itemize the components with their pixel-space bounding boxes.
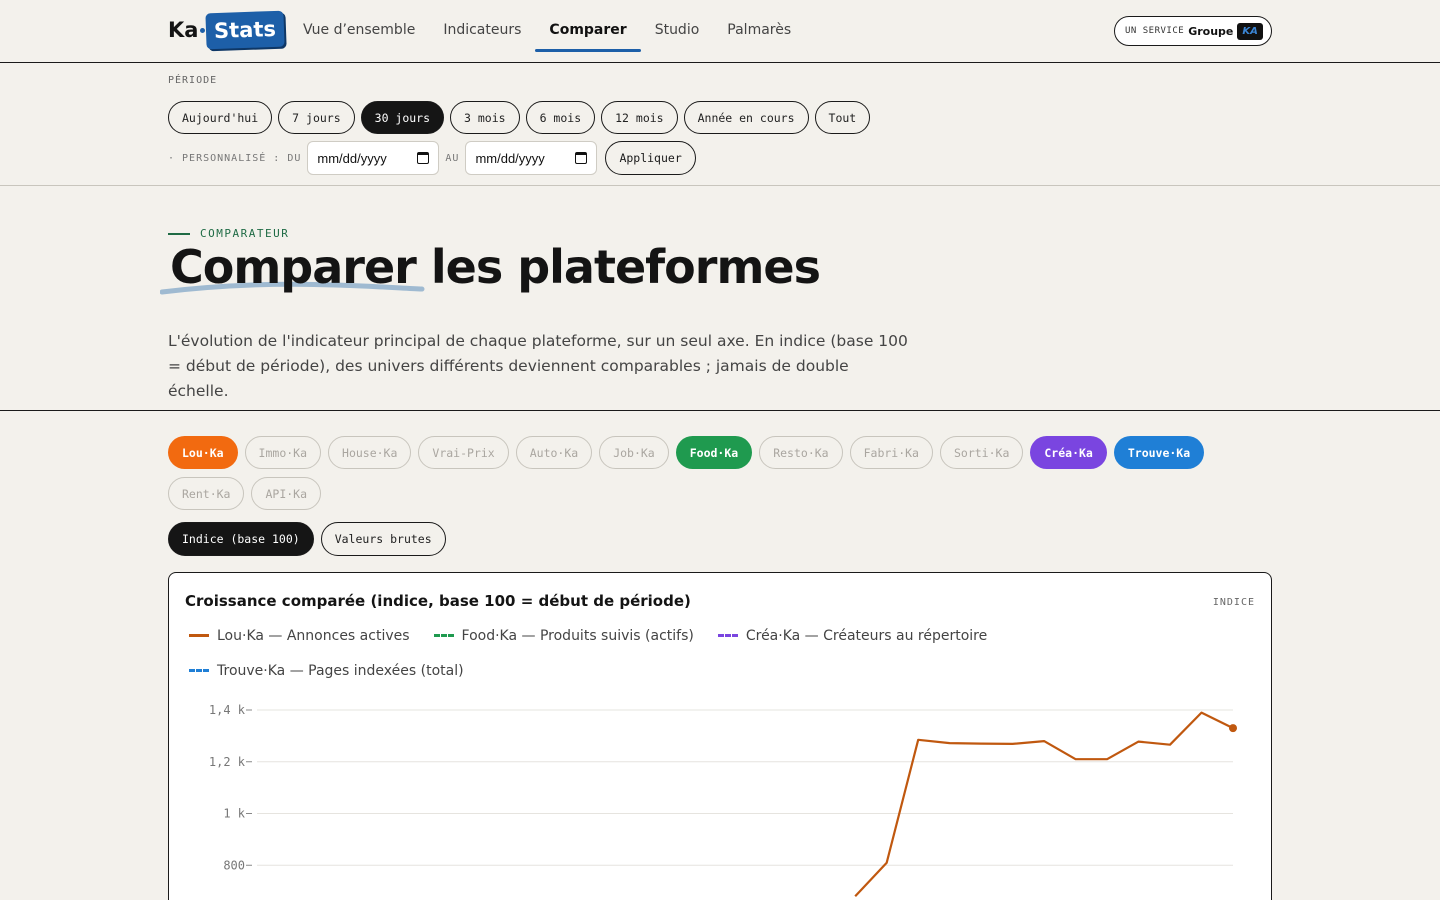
series-endpoint[interactable] [1229,724,1237,733]
period-selector: PÉRIODE Aujourd'hui 7 jours 30 jours 3 mois… [0,63,1440,186]
period-chip[interactable]: 30 jours [360,101,445,134]
period-chip[interactable]: 3 mois [450,101,520,134]
eyebrow: COMPARATEUR [168,227,289,240]
platform-toggle[interactable]: API·Ka [251,477,322,510]
date-from-input[interactable]: mm/dd/yyyy [307,141,440,175]
y-tick-label: 1 k [223,807,245,821]
calendar-icon[interactable] [575,152,588,164]
service-group: Groupe [1188,24,1234,38]
eyebrow-rule [168,232,190,235]
platform-toggle[interactable]: Vrai-Prix [418,436,509,469]
platform-toggle[interactable]: Auto·Ka [515,436,593,469]
period-chip[interactable]: Tout [814,101,871,134]
date-from-value: mm/dd/yyyy [317,150,387,166]
service-label: UN SERVICE [1125,26,1185,36]
eyebrow-text: COMPARATEUR [200,227,290,240]
platform-toggle[interactable]: Lou·Ka [168,436,238,469]
kastats-logo[interactable]: Ka Stats [168,10,285,50]
date-to-value: mm/dd/yyyy [475,150,545,166]
platform-toggle[interactable]: Immo·Ka [244,436,322,469]
service-badge[interactable]: UN SERVICE Groupe KA [1114,16,1272,46]
nav-item-4[interactable]: Palmarès [713,0,805,60]
date-to-input[interactable]: mm/dd/yyyy [465,141,598,175]
section-divider [0,410,1440,411]
nav-item-1[interactable]: Indicateurs [429,0,535,60]
period-chip[interactable]: 7 jours [278,101,355,134]
period-chip[interactable]: 6 mois [525,101,596,134]
nav-item-2[interactable]: Comparer [535,0,641,60]
period-chip[interactable]: 12 mois [601,101,678,134]
apply-button[interactable]: Appliquer [605,141,696,175]
platform-toggle[interactable]: Sorti·Ka [939,436,1024,469]
mode-option[interactable]: Indice (base 100) [168,522,314,556]
series-line [854,711,1234,898]
period-chips: Aujourd'hui 7 jours 30 jours 3 mois 6 mois 12… [168,101,871,134]
page-lead: L'évolution de l'indicateur principal de… [168,332,908,400]
nav-item-0[interactable]: Vue d’ensemble [289,0,429,60]
platform-toggle[interactable]: House·Ka [328,436,412,469]
logo-stats-text: Stats [205,10,285,50]
platform-toggles: Lou·Ka Immo·Ka House·Ka Vrai-Prix Auto·Ka Job… [168,436,1258,510]
period-label: PÉRIODE [168,75,218,86]
logo-dot [200,27,206,33]
platform-toggle[interactable]: Trouve·Ka [1113,436,1205,469]
calendar-icon[interactable] [417,152,430,164]
nav-item-3[interactable]: Studio [641,0,714,60]
chart-card: Croissance comparée (indice, base 100 = … [168,572,1272,900]
top-bar: Ka Stats Vue d’ensemble Indicateurs Compar… [0,0,1440,63]
period-chip[interactable]: Année en cours [683,101,809,134]
mode-option[interactable]: Valeurs brutes [320,522,446,556]
main-nav: Vue d’ensemble Indicateurs Comparer Studio P… [289,0,805,60]
y-tick-label: 800 [223,858,245,872]
line-chart: 1,4 k 1,2 k 1 k 800 [209,703,1237,898]
custom-range: · PERSONNALISÉ : DU mm/dd/yyyy AU mm/dd/… [168,141,696,175]
platform-toggle[interactable]: Rent·Ka [168,477,245,510]
platform-toggle[interactable]: Job·Ka [599,436,669,469]
custom-range-label: · PERSONNALISÉ : DU [168,152,302,164]
page-title-rest: les plateformes [415,240,821,294]
platform-toggle[interactable]: Fabri·Ka [849,436,933,469]
platform-toggle[interactable]: Food·Ka [675,436,753,469]
platform-toggle[interactable]: Créa·Ka [1030,436,1107,469]
period-chip[interactable]: Aujourd'hui [168,101,273,134]
logo-ka-text: Ka [168,18,199,42]
platform-toggle[interactable]: Resto·Ka [759,436,843,469]
y-tick-label: 1,4 k [209,703,246,717]
date-to-label: AU [445,152,460,164]
groupe-ka-logo: KA [1237,22,1263,40]
page-title: Comparer les plateformes [170,240,821,294]
mode-toggle: Indice (base 100) Valeurs brutes [168,522,446,556]
page-title-highlight: Comparer [170,240,417,294]
y-tick-label: 1,2 k [209,755,246,769]
